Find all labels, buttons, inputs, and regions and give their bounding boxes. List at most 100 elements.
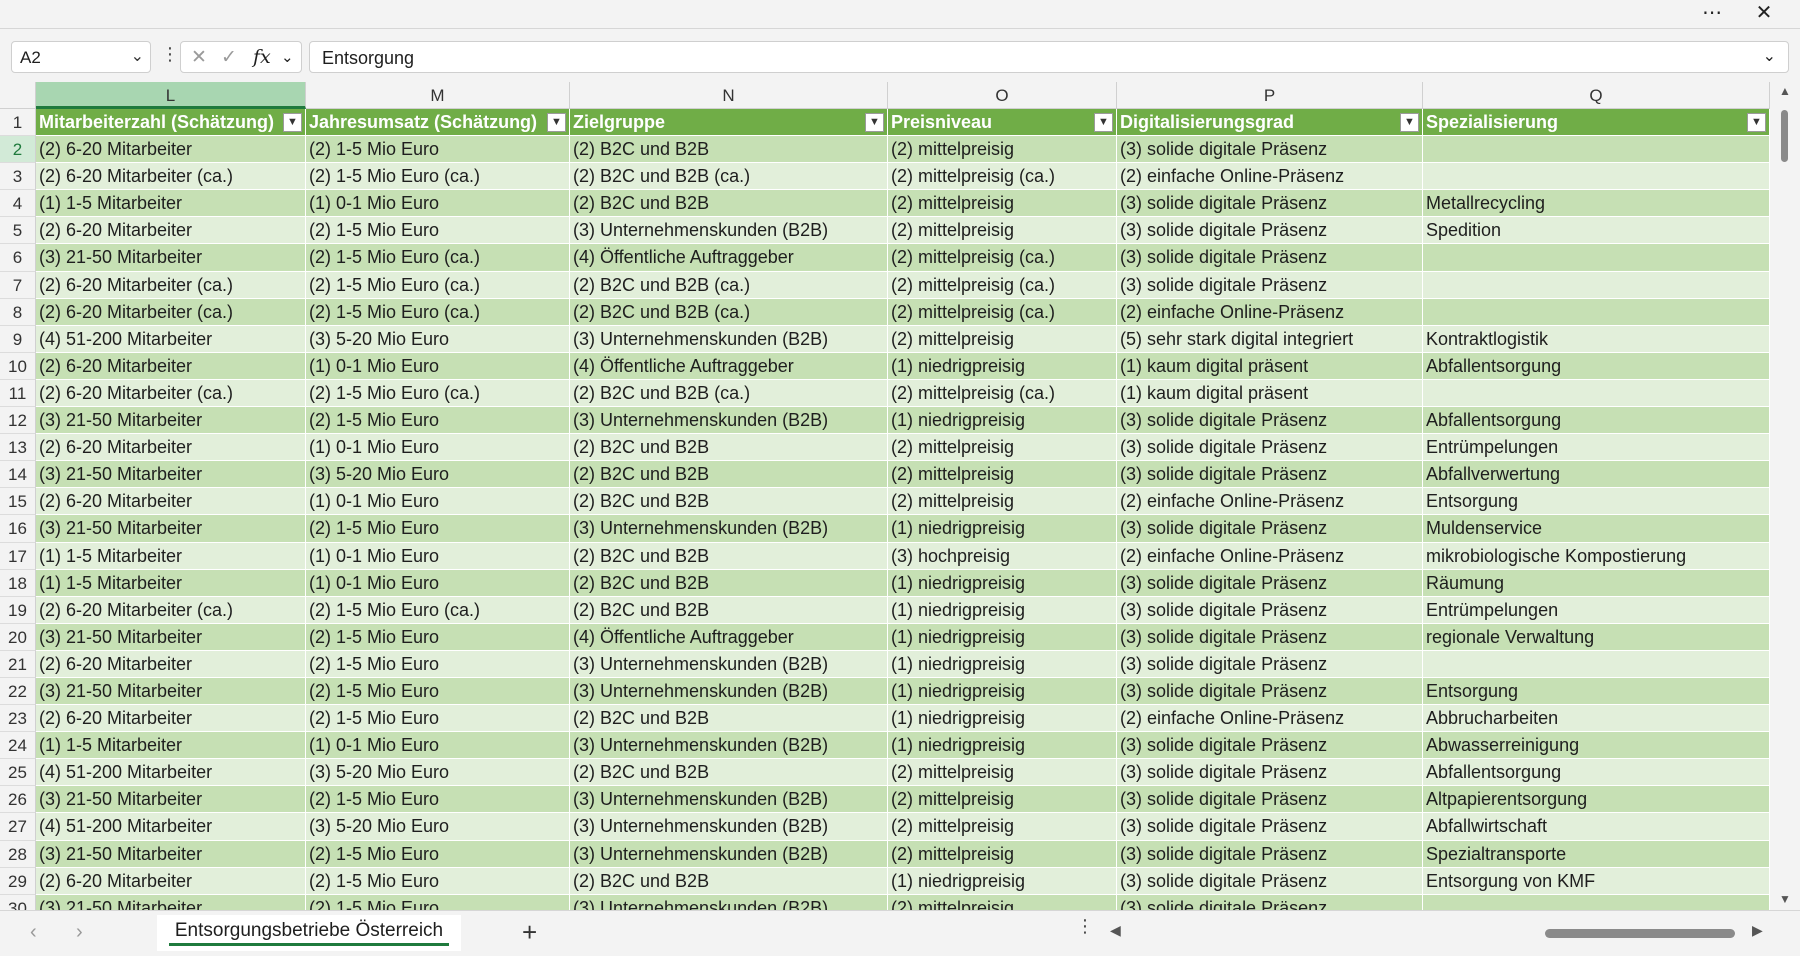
row-number[interactable]: 9	[0, 325, 36, 353]
horizontal-scroll-thumb[interactable]	[1545, 929, 1735, 938]
table-cell[interactable]: (1) kaum digital präsent	[1117, 379, 1423, 408]
table-cell[interactable]: (2) 1-5 Mio Euro (ca.)	[306, 271, 570, 299]
table-cell[interactable]: (3) solide digitale Präsenz	[1117, 813, 1423, 841]
table-cell[interactable]: (2) mittelpreisig	[888, 461, 1117, 489]
table-cell[interactable]: (2) 1-5 Mio Euro (ca.)	[306, 596, 570, 624]
table-cell[interactable]: (2) 6-20 Mitarbeiter	[36, 217, 306, 245]
table-cell[interactable]: (2) 1-5 Mio Euro	[306, 867, 570, 895]
table-cell[interactable]: (3) solide digitale Präsenz	[1117, 596, 1423, 624]
table-cell[interactable]: (2) 1-5 Mio Euro (ca.)	[306, 163, 570, 191]
table-cell[interactable]: Entsorgung von KMF	[1423, 867, 1770, 895]
scroll-left-icon[interactable]: ◀	[1110, 922, 1121, 939]
table-cell[interactable]: Abfallentsorgung	[1423, 759, 1770, 787]
table-cell[interactable]: (3) 21-50 Mitarbeiter	[36, 244, 306, 272]
table-cell[interactable]: (1) niedrigpreisig	[888, 569, 1117, 597]
table-cell[interactable]: (2) mittelpreisig	[888, 894, 1117, 910]
row-number[interactable]: 24	[0, 732, 36, 760]
table-cell[interactable]: (1) 0-1 Mio Euro	[306, 569, 570, 597]
table-cell[interactable]: (2) mittelpreisig (ca.)	[888, 379, 1117, 408]
table-cell[interactable]: regionale Verwaltung	[1423, 623, 1770, 651]
table-cell[interactable]: (3) 5-20 Mio Euro	[306, 461, 570, 489]
vertical-dots-icon[interactable]: ⋮	[1076, 917, 1094, 935]
table-cell[interactable]: (1) niedrigpreisig	[888, 596, 1117, 624]
header-cell[interactable]: Mitarbeiterzahl (Schätzung) ▼	[36, 109, 306, 137]
table-cell[interactable]	[1423, 136, 1770, 164]
table-cell[interactable]: (2) 6-20 Mitarbeiter	[36, 705, 306, 733]
table-cell[interactable]	[1423, 163, 1770, 191]
table-cell[interactable]: (2) 1-5 Mio Euro	[306, 515, 570, 543]
sheet-tab-active[interactable]: Entsorgungsbetriebe Österreich	[157, 915, 461, 951]
table-cell[interactable]: (2) mittelpreisig (ca.)	[888, 298, 1117, 326]
table-cell[interactable]: (2) B2C und B2B	[570, 136, 888, 164]
table-cell[interactable]: (3) Unternehmenskunden (B2B)	[570, 217, 888, 245]
filter-dropdown-icon[interactable]: ▼	[1400, 113, 1419, 132]
scroll-right-icon[interactable]: ▶	[1752, 922, 1763, 939]
table-cell[interactable]: (2) 1-5 Mio Euro	[306, 650, 570, 678]
table-cell[interactable]: (2) mittelpreisig	[888, 190, 1117, 218]
table-cell[interactable]: (3) Unternehmenskunden (B2B)	[570, 732, 888, 760]
table-cell[interactable]: (3) solide digitale Präsenz	[1117, 190, 1423, 218]
row-number[interactable]: 12	[0, 407, 36, 435]
row-number[interactable]: 13	[0, 434, 36, 462]
table-cell[interactable]: Entsorgung	[1423, 488, 1770, 516]
row-number[interactable]: 18	[0, 569, 36, 597]
table-cell[interactable]: (3) 21-50 Mitarbeiter	[36, 623, 306, 651]
table-cell[interactable]: Spedition	[1423, 217, 1770, 245]
table-cell[interactable]: (2) 1-5 Mio Euro	[306, 407, 570, 435]
filter-dropdown-icon[interactable]: ▼	[865, 113, 884, 132]
row-number[interactable]: 17	[0, 542, 36, 570]
name-box[interactable]: A2 ⌄	[11, 41, 151, 73]
table-cell[interactable]: (3) solide digitale Präsenz	[1117, 759, 1423, 787]
table-cell[interactable]: (2) 6-20 Mitarbeiter	[36, 650, 306, 678]
table-cell[interactable]: (2) 1-5 Mio Euro	[306, 840, 570, 868]
column-header-l[interactable]: L	[36, 82, 306, 109]
scroll-down-icon[interactable]: ▼	[1779, 892, 1791, 906]
table-cell[interactable]: (2) mittelpreisig	[888, 759, 1117, 787]
table-cell[interactable]: (2) 1-5 Mio Euro	[306, 677, 570, 706]
table-cell[interactable]: (2) 1-5 Mio Euro	[306, 786, 570, 814]
table-cell[interactable]	[1423, 298, 1770, 326]
table-cell[interactable]: (2) 1-5 Mio Euro	[306, 894, 570, 910]
table-cell[interactable]: Abfallentsorgung	[1423, 407, 1770, 435]
table-cell[interactable]: (3) Unternehmenskunden (B2B)	[570, 786, 888, 814]
table-cell[interactable]: (3) solide digitale Präsenz	[1117, 840, 1423, 868]
column-header-o[interactable]: O	[888, 82, 1117, 109]
row-number[interactable]: 5	[0, 217, 36, 245]
table-cell[interactable]: (3) solide digitale Präsenz	[1117, 677, 1423, 706]
cancel-icon[interactable]: ✕	[191, 46, 207, 69]
table-cell[interactable]: (2) B2C und B2B (ca.)	[570, 379, 888, 408]
row-number[interactable]: 16	[0, 515, 36, 543]
table-cell[interactable]: (3) solide digitale Präsenz	[1117, 434, 1423, 462]
table-cell[interactable]: (1) 0-1 Mio Euro	[306, 434, 570, 462]
header-cell[interactable]: Jahresumsatz (Schätzung) ▼	[306, 109, 570, 137]
row-number[interactable]: 21	[0, 650, 36, 678]
table-cell[interactable]: Muldenservice	[1423, 515, 1770, 543]
column-header-n[interactable]: N	[570, 82, 888, 109]
table-cell[interactable]: Entrümpelungen	[1423, 434, 1770, 462]
table-cell[interactable]: (3) solide digitale Präsenz	[1117, 732, 1423, 760]
table-cell[interactable]: (1) 0-1 Mio Euro	[306, 732, 570, 760]
table-cell[interactable]: (2) 1-5 Mio Euro (ca.)	[306, 379, 570, 408]
table-cell[interactable]: (3) Unternehmenskunden (B2B)	[570, 840, 888, 868]
table-cell[interactable]: (5) sehr stark digital integriert	[1117, 325, 1423, 353]
row-number[interactable]: 10	[0, 352, 36, 380]
table-cell[interactable]: (3) Unternehmenskunden (B2B)	[570, 894, 888, 910]
table-cell[interactable]: (3) 5-20 Mio Euro	[306, 325, 570, 353]
table-cell[interactable]: (1) 0-1 Mio Euro	[306, 190, 570, 218]
table-cell[interactable]: (3) solide digitale Präsenz	[1117, 217, 1423, 245]
row-number[interactable]: 4	[0, 190, 36, 218]
table-cell[interactable]: (1) 0-1 Mio Euro	[306, 488, 570, 516]
row-number[interactable]: 27	[0, 813, 36, 841]
table-cell[interactable]: Abbrucharbeiten	[1423, 705, 1770, 733]
table-cell[interactable]: Abfallwirtschaft	[1423, 813, 1770, 841]
table-cell[interactable]: (3) hochpreisig	[888, 542, 1117, 570]
table-cell[interactable]: (2) B2C und B2B	[570, 596, 888, 624]
table-cell[interactable]: (2) 6-20 Mitarbeiter	[36, 867, 306, 895]
header-cell[interactable]: Preisniveau ▼	[888, 109, 1117, 137]
vertical-scroll-thumb[interactable]	[1781, 110, 1788, 162]
table-cell[interactable]: (3) solide digitale Präsenz	[1117, 569, 1423, 597]
table-cell[interactable]	[1423, 244, 1770, 272]
table-cell[interactable]: (1) 1-5 Mitarbeiter	[36, 542, 306, 570]
table-cell[interactable]: (4) 51-200 Mitarbeiter	[36, 813, 306, 841]
filter-dropdown-icon[interactable]: ▼	[547, 113, 566, 132]
